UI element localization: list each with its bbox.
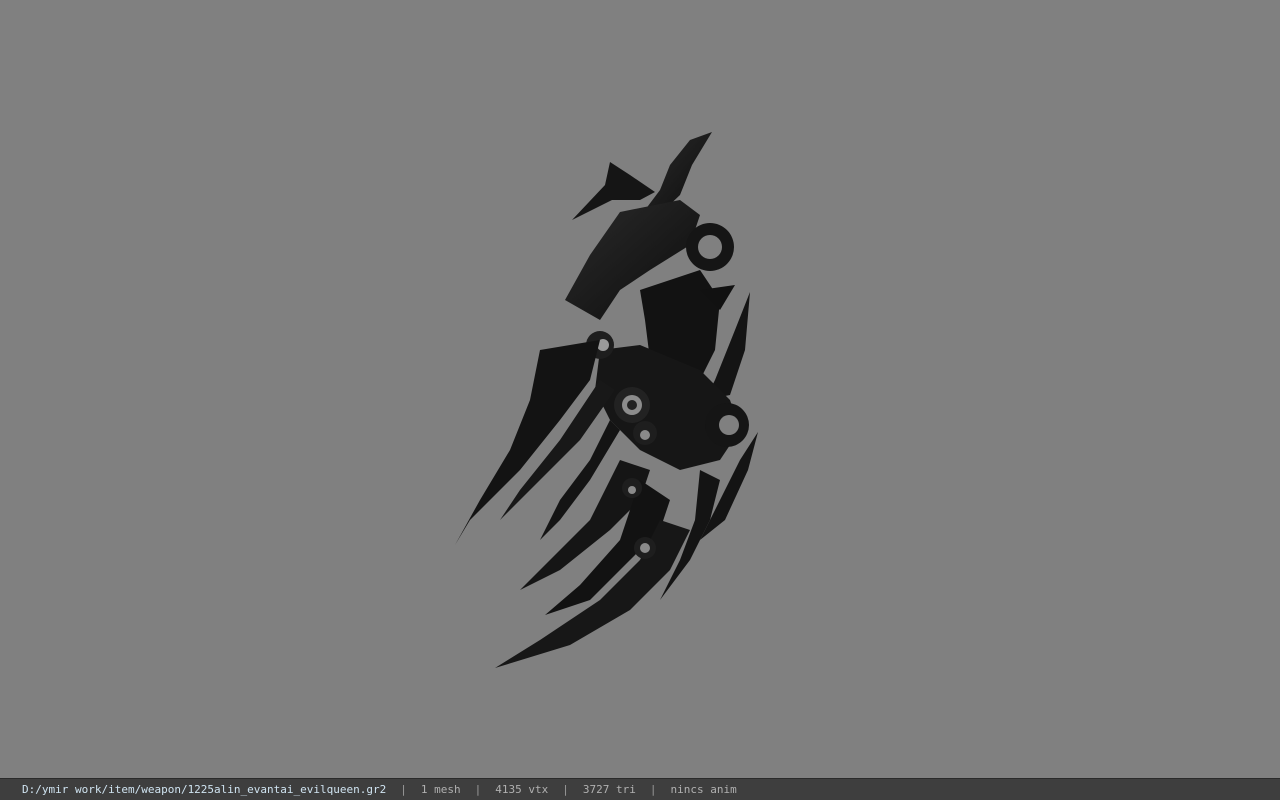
status-separator: | bbox=[474, 783, 482, 796]
status-anim: nincs anim bbox=[670, 783, 737, 796]
status-separator: | bbox=[649, 783, 657, 796]
status-vertex-count: 4135 vtx bbox=[495, 783, 549, 796]
model-left-claw-1 bbox=[455, 340, 600, 545]
3d-viewport[interactable] bbox=[0, 0, 1280, 778]
status-file-path: D:/ymir work/item/weapon/1225alin_evanta… bbox=[22, 783, 387, 796]
status-separator: | bbox=[400, 783, 407, 796]
status-separator: | bbox=[562, 783, 569, 796]
status-bar: D:/ymir work/item/weapon/1225alin_evanta… bbox=[0, 778, 1280, 800]
weapon-model[interactable] bbox=[0, 0, 1280, 778]
status-triangle-count: 3727 tri bbox=[582, 783, 636, 796]
status-mesh-count: 1 mesh bbox=[420, 783, 461, 796]
